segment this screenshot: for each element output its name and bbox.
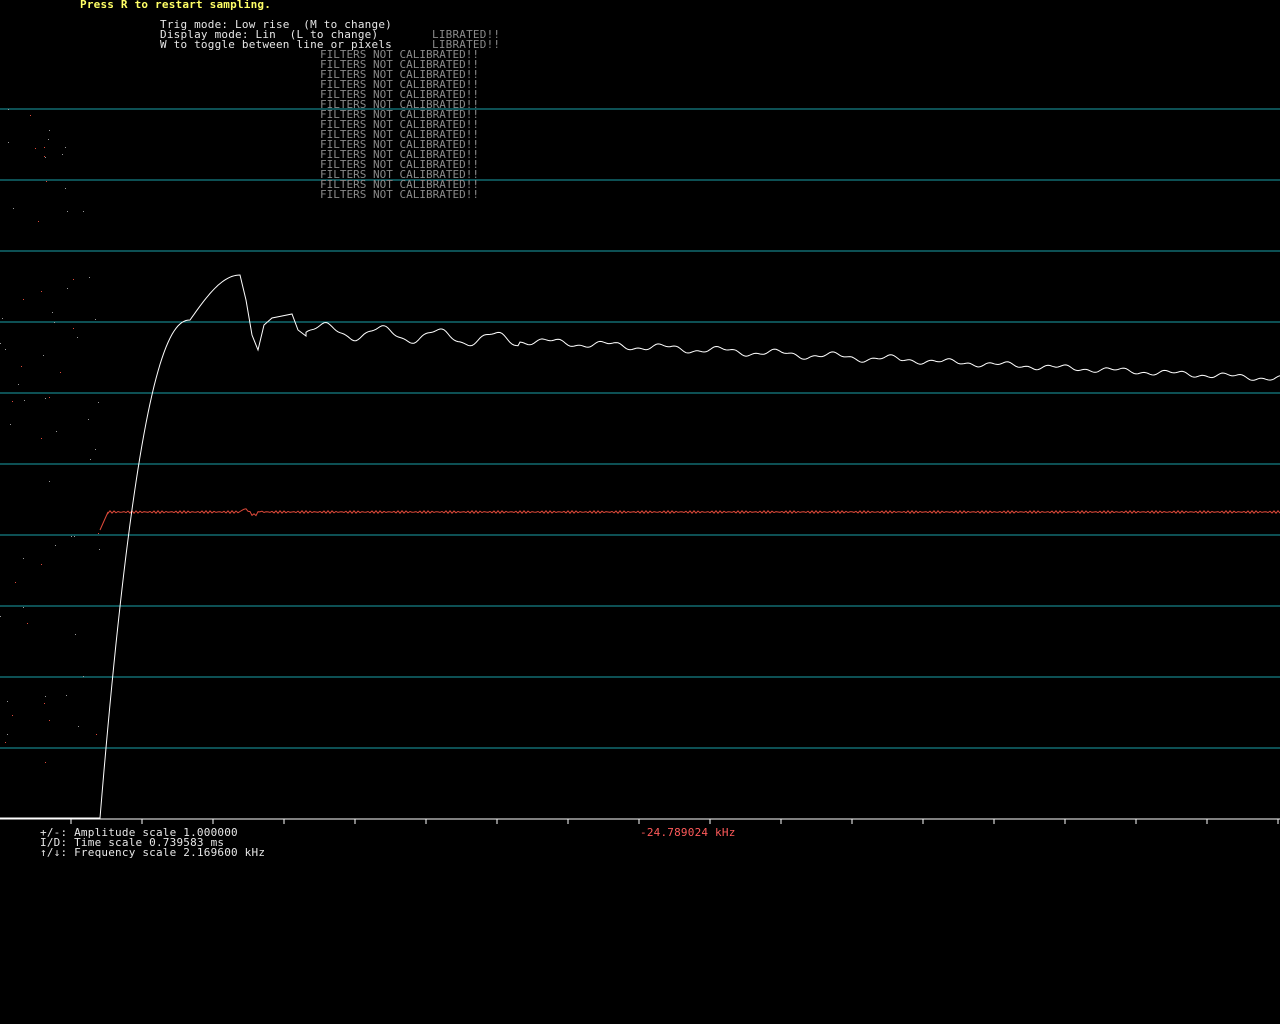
noise-dot: [74, 536, 75, 537]
noise-dot: [73, 279, 74, 280]
noise-dot: [5, 742, 6, 743]
noise-dot: [30, 115, 31, 116]
noise-dot: [13, 208, 14, 209]
noise-dot: [44, 147, 45, 148]
noise-dot: [0, 343, 1, 344]
noise-dot: [8, 142, 9, 143]
spectrum-trace: [99, 508, 1280, 531]
noise-dot: [98, 533, 99, 534]
noise-dot: [95, 449, 96, 450]
noise-dot: [23, 607, 24, 608]
noise-dot: [5, 349, 6, 350]
noise-dot: [54, 322, 55, 323]
noise-dot: [44, 703, 45, 704]
noise-dot: [60, 372, 61, 373]
noise-dot: [23, 558, 24, 559]
noise-dot: [49, 397, 50, 398]
noise-dot: [73, 328, 74, 329]
noise-dot: [89, 277, 90, 278]
restart-hint: Press R to restart sampling.: [80, 0, 272, 11]
noise-dot: [2, 318, 3, 319]
noise-dot: [67, 288, 68, 289]
calibration-warning-stack: FILTERS NOT CALIBRATED!! FILTERS NOT CAL…: [320, 30, 520, 200]
oscilloscope-display: [0, 108, 1280, 824]
noise-dot: [24, 400, 25, 401]
noise-dot: [46, 181, 47, 182]
noise-dot: [55, 545, 56, 546]
noise-dot: [88, 419, 89, 420]
noise-dot: [7, 701, 8, 702]
noise-dot: [77, 337, 78, 338]
noise-dot: [41, 291, 42, 292]
frequency-scale-label: ↑/↓: Frequency scale 2.169600 kHz: [40, 846, 266, 859]
noise-dot: [66, 695, 67, 696]
time-axis: [0, 818, 1280, 824]
noise-dot: [49, 130, 50, 131]
noise-dot: [12, 401, 13, 402]
noise-dot: [8, 109, 9, 110]
noise-dot: [65, 188, 66, 189]
noise-dot: [62, 154, 63, 155]
noise-dot: [78, 726, 79, 727]
noise-dot: [45, 696, 46, 697]
noise-dot: [45, 157, 46, 158]
noise-dot: [23, 299, 24, 300]
noise-dot: [99, 549, 100, 550]
noise-dot: [75, 634, 76, 635]
noise-dot: [65, 147, 66, 148]
scatter-noise: [0, 109, 100, 763]
noise-dot: [96, 734, 97, 735]
noise-dot: [0, 616, 1, 617]
noise-dot: [90, 459, 91, 460]
noise-dot: [41, 564, 42, 565]
noise-dot: [49, 481, 50, 482]
noise-dot: [67, 211, 68, 212]
noise-dot: [49, 720, 50, 721]
calibration-warning: FILTERS NOT CALIBRATED!!: [320, 188, 479, 201]
noise-dot: [12, 715, 13, 716]
noise-dot: [38, 221, 39, 222]
noise-dot: [35, 148, 36, 149]
noise-dot: [48, 139, 49, 140]
noise-dot: [7, 734, 8, 735]
noise-dot: [43, 355, 44, 356]
noise-dot: [21, 366, 22, 367]
gridlines: [0, 108, 1280, 749]
noise-dot: [98, 402, 99, 403]
noise-dot: [83, 211, 84, 212]
noise-dot: [95, 319, 96, 320]
noise-dot: [44, 156, 45, 157]
noise-dot: [52, 312, 53, 313]
noise-dot: [45, 398, 46, 399]
noise-dot: [71, 536, 72, 537]
frequency-readout: -24.789024 kHz: [640, 826, 736, 839]
noise-dot: [15, 582, 16, 583]
noise-dot: [41, 438, 42, 439]
noise-dot: [18, 384, 19, 385]
noise-dot: [10, 424, 11, 425]
signal-trace: [0, 274, 1280, 819]
noise-dot: [83, 676, 84, 677]
noise-dot: [56, 431, 57, 432]
noise-dot: [27, 623, 28, 624]
noise-dot: [45, 762, 46, 763]
